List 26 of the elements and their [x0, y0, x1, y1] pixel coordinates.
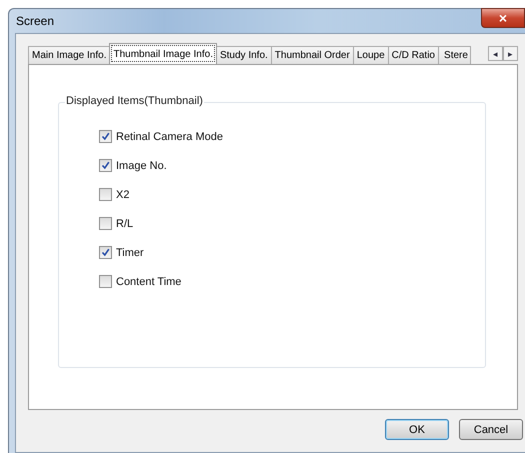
checkbox[interactable] — [99, 159, 112, 172]
tab[interactable]: C/D Ratio — [388, 46, 439, 64]
checkbox-label: Image No. — [116, 160, 167, 172]
checkbox[interactable] — [99, 188, 112, 201]
checkbox[interactable] — [99, 130, 112, 143]
checkbox[interactable] — [99, 246, 112, 259]
checkbox-label: Content Time — [116, 276, 182, 288]
close-button[interactable]: × — [481, 8, 525, 28]
tab-scroll-right-button[interactable]: ▸ — [503, 46, 518, 61]
cancel-button[interactable]: Cancel — [459, 419, 523, 440]
tab[interactable]: Thumbnail Order — [270, 46, 354, 64]
checkbox[interactable] — [99, 217, 112, 230]
tab[interactable]: Stere — [438, 46, 471, 64]
checkbox-label: R/L — [116, 218, 134, 230]
tab[interactable]: Loupe — [352, 46, 389, 64]
tab[interactable]: Main Image Info. — [28, 46, 110, 64]
checkbox-label: Timer — [116, 246, 144, 258]
tab[interactable]: Thumbnail Image Info. — [109, 43, 217, 64]
tab-scroll-left-button[interactable]: ◂ — [488, 46, 503, 61]
checkbox[interactable] — [99, 275, 112, 288]
checkbox-label: X2 — [116, 188, 130, 200]
tab[interactable]: Study Info. — [216, 46, 272, 64]
group-title: Displayed Items(Thumbnail) — [65, 95, 204, 107]
window-title: Screen — [16, 14, 54, 28]
ok-button[interactable]: OK — [385, 419, 449, 440]
checkbox-label: Retinal Camera Mode — [116, 130, 223, 142]
